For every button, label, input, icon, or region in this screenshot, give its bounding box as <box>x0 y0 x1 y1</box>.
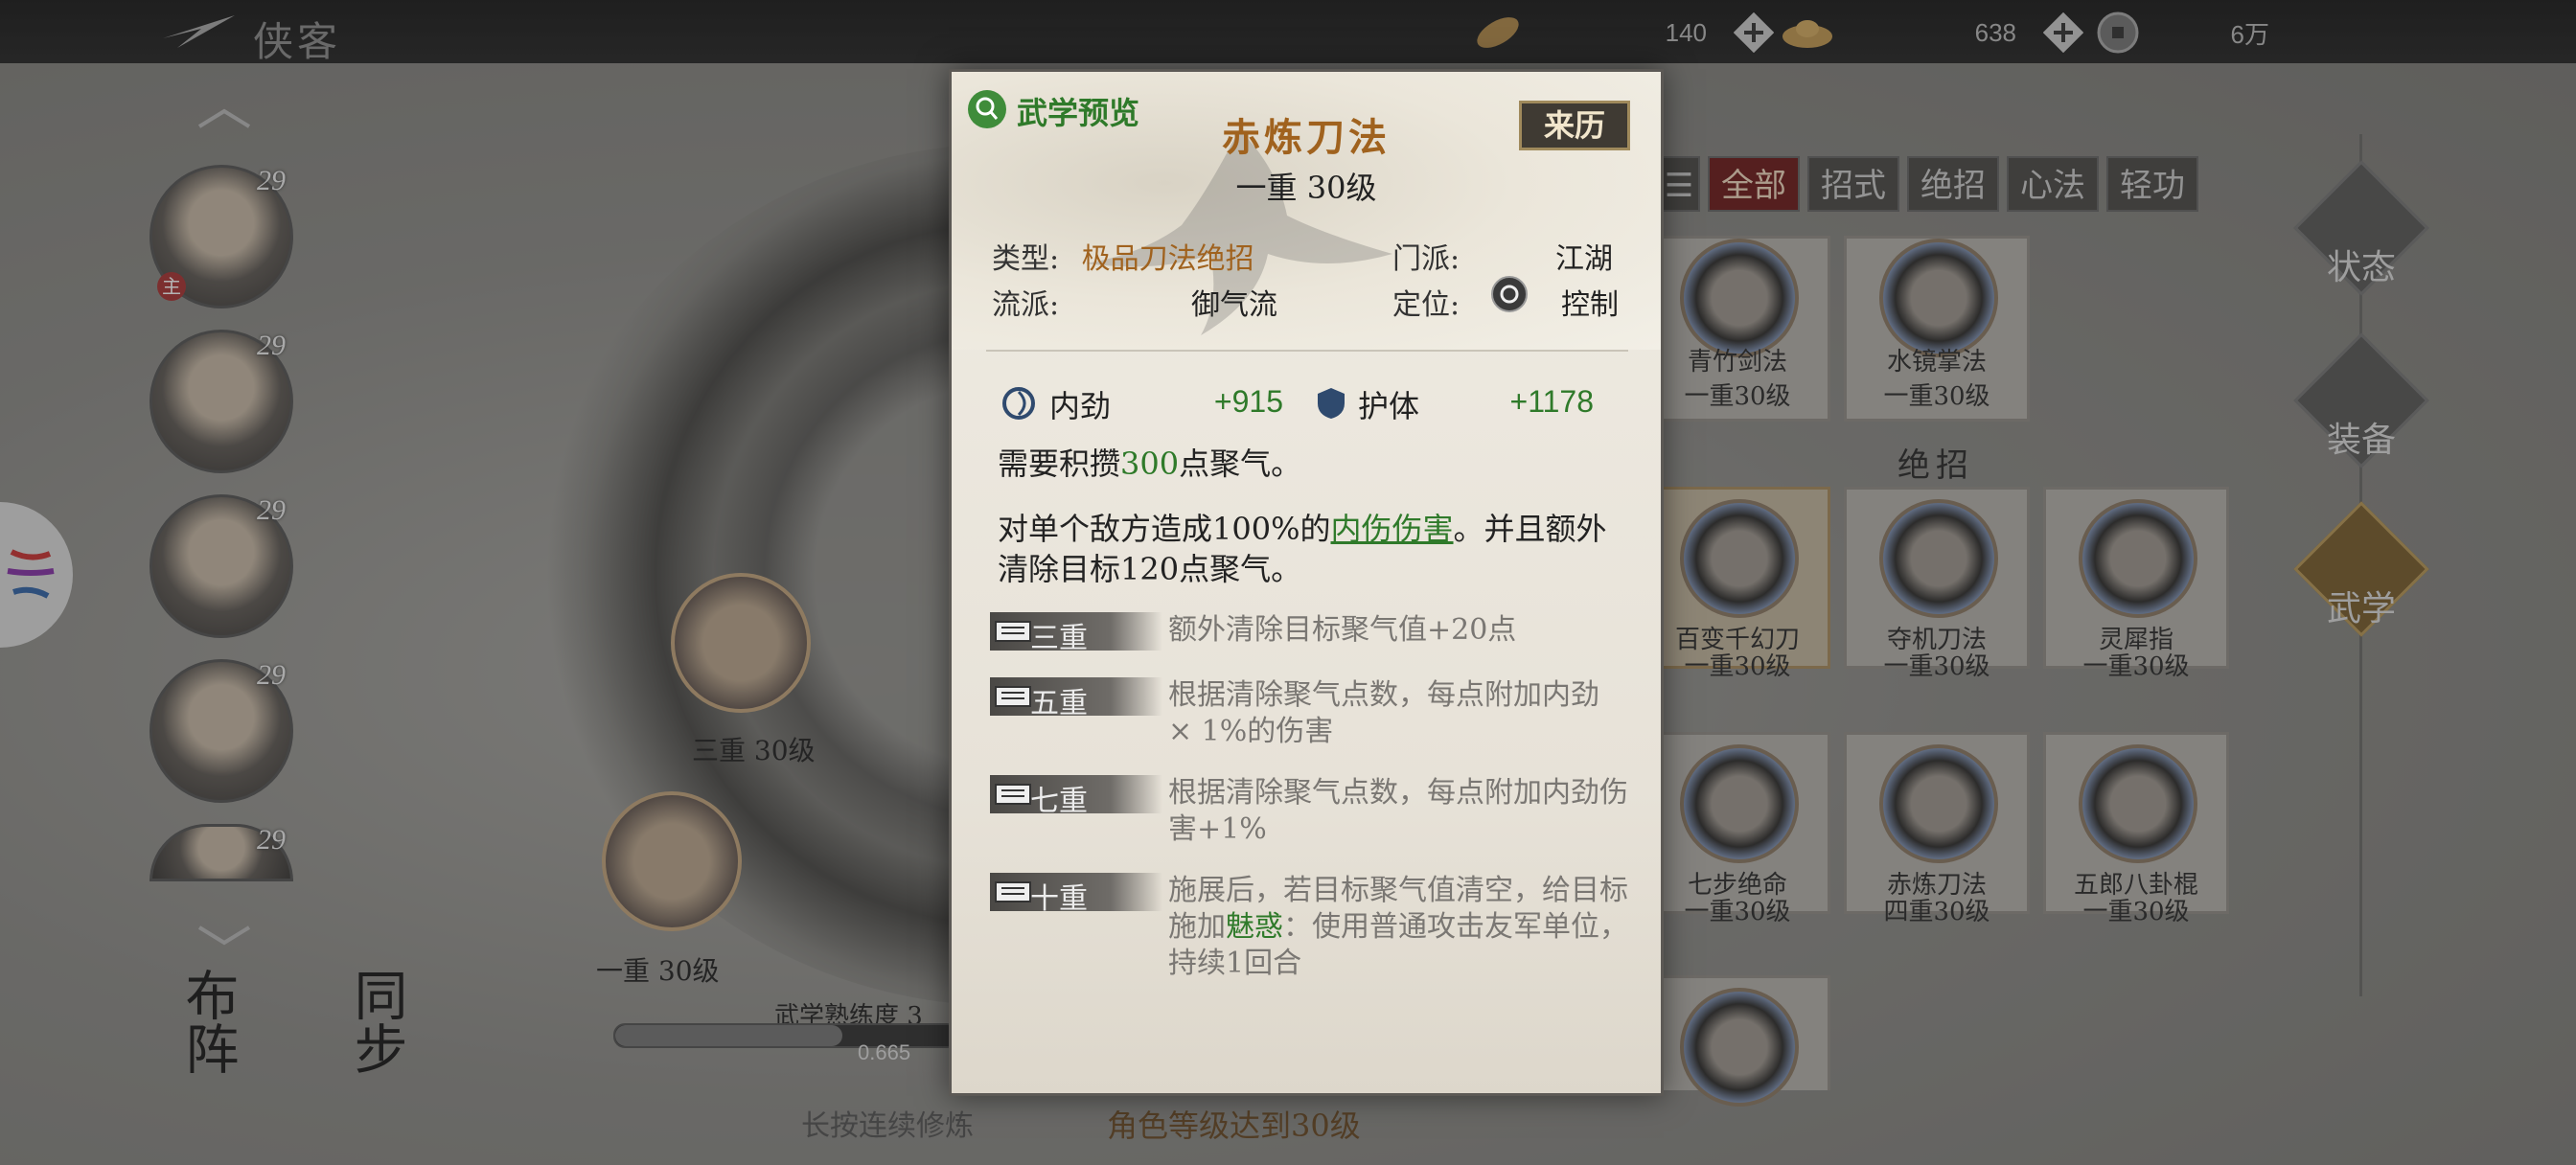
tier-badge: 五重 <box>990 677 1162 720</box>
skill-effect-description: 对单个敌方造成100%的内伤伤害。并且额外清除目标120点聚气。 <box>998 509 1630 589</box>
scroll-book-icon <box>995 784 1031 805</box>
tier-name: 七重 <box>1030 785 1088 818</box>
requirement-number: 300 <box>1120 445 1180 482</box>
tier-description: 根据清除聚气点数，每点附加内劲 × 1%的伤害 <box>1168 678 1599 748</box>
tier-badge: 三重 <box>990 612 1162 655</box>
skill-type-value: 极品刀法绝招 <box>1081 242 1254 276</box>
skill-type-row: 类型: 极品刀法绝招 <box>992 235 1254 277</box>
tier-name: 三重 <box>1030 622 1088 655</box>
effect-text: 对单个敌方造成100%的 <box>998 511 1331 547</box>
position-row: 定位: <box>1392 281 1460 323</box>
control-role-icon <box>1491 276 1528 312</box>
scroll-book-icon <box>995 621 1031 642</box>
internal-damage-link[interactable]: 内伤伤害 <box>1331 511 1454 547</box>
tier-description: 施展后，若目标聚气值清空，给目标施加魅惑：使用普通攻击友军单位，持续1回合 <box>1168 873 1628 982</box>
requirement-text: 点聚气。 <box>1179 445 1302 482</box>
tier-badge: 七重 <box>990 775 1162 818</box>
shield-icon <box>1318 388 1345 419</box>
popup-header: 武学预览 赤炼刀法 一重 30级 来历 类型: 极品刀法绝招 门派: 江湖 流派… <box>952 72 1661 350</box>
info-key: 流派: <box>992 288 1060 322</box>
origin-button[interactable]: 来历 <box>1519 101 1630 150</box>
stat-label-shield: 护体 <box>1358 388 1420 424</box>
scroll-book-icon <box>995 881 1031 902</box>
style-row: 流派: <box>992 281 1059 323</box>
school-row: 门派: <box>1392 235 1460 277</box>
scroll-book-icon <box>995 686 1031 707</box>
tier-badge: 十重 <box>990 873 1162 916</box>
charm-keyword[interactable]: 魅惑 <box>1226 910 1283 944</box>
stat-value-shield: +1178 <box>1509 384 1595 419</box>
tier-description: 根据清除聚气点数，每点附加内劲伤害+1% <box>1168 776 1628 846</box>
position-value: 控制 <box>1561 288 1619 322</box>
skill-level: 一重 30级 <box>1235 170 1377 206</box>
tier-name: 五重 <box>1030 687 1088 720</box>
info-key: 类型: <box>992 242 1060 276</box>
energy-requirement: 需要积攒300点聚气。 <box>998 444 1630 484</box>
tier-name: 十重 <box>1030 882 1088 916</box>
inner-force-icon <box>1002 387 1035 420</box>
stat-value-inner-force: +915 <box>1213 384 1283 419</box>
skill-preview-popup: 武学预览 赤炼刀法 一重 30级 来历 类型: 极品刀法绝招 门派: 江湖 流派… <box>949 69 1664 1096</box>
stat-label-inner-force: 内劲 <box>1049 388 1112 424</box>
school-value: 江湖 <box>1555 242 1613 276</box>
style-value: 御气流 <box>1191 288 1277 322</box>
requirement-text: 需要积攒 <box>998 445 1121 482</box>
info-key: 门派: <box>1392 242 1460 276</box>
info-key: 定位: <box>1392 288 1460 322</box>
header-divider <box>986 350 1628 352</box>
tier-description: 额外清除目标聚气值+20点 <box>1168 613 1517 647</box>
